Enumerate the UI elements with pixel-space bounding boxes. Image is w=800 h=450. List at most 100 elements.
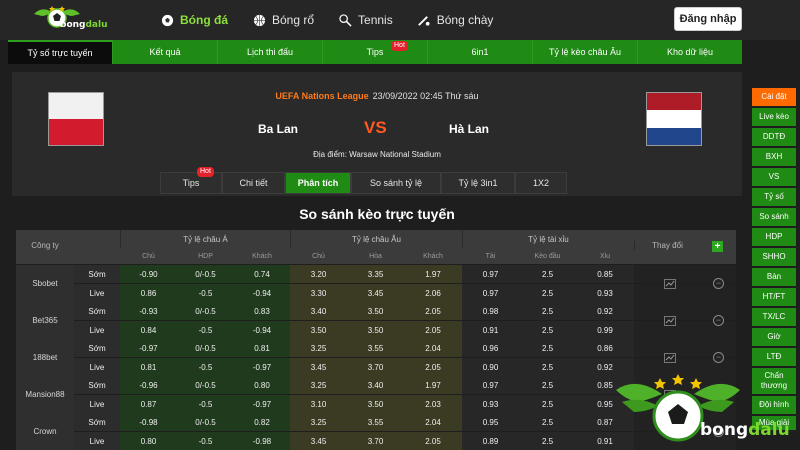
tab-data[interactable]: Kho dữ liệu xyxy=(638,40,742,64)
odds-cell[interactable]: 2.06 xyxy=(404,284,462,302)
odds-cell[interactable]: 3.25 xyxy=(290,376,347,394)
odds-cell[interactable]: -0.5 xyxy=(177,395,234,413)
odds-cell[interactable]: 0.80 xyxy=(120,432,177,450)
bookie-name[interactable]: Crown xyxy=(16,413,74,450)
odds-cell[interactable]: 0.83 xyxy=(234,302,290,320)
odds-cell[interactable]: 2.5 xyxy=(519,339,576,357)
sidebar-item[interactable]: TX/LC xyxy=(752,308,796,326)
odds-cell[interactable]: 3.50 xyxy=(347,395,404,413)
odds-cell[interactable]: -0.93 xyxy=(120,302,177,320)
odds-cell[interactable]: 0.86 xyxy=(120,284,177,302)
odds-cell[interactable]: 0.95 xyxy=(462,413,519,431)
collapse-icon[interactable]: − xyxy=(713,278,724,289)
tab-tips[interactable]: Tips Hot xyxy=(323,40,428,64)
odds-cell[interactable]: 3.55 xyxy=(347,413,404,431)
odds-cell[interactable]: 0.86 xyxy=(576,339,634,357)
odds-cell[interactable]: 3.55 xyxy=(347,339,404,357)
trend-chart-icon[interactable] xyxy=(664,279,676,289)
trend-chart-icon[interactable] xyxy=(664,353,676,363)
odds-cell[interactable]: 3.45 xyxy=(290,432,347,450)
sidebar-item[interactable]: Cài đặt xyxy=(752,88,796,106)
odds-cell[interactable]: 3.30 xyxy=(290,284,347,302)
league-name[interactable]: UEFA Nations League xyxy=(275,91,368,101)
odds-cell[interactable]: 0.82 xyxy=(234,413,290,431)
odds-cell[interactable]: 2.05 xyxy=(404,321,462,339)
sidebar-item[interactable]: SHHO xyxy=(752,248,796,266)
odds-cell[interactable]: 0.87 xyxy=(120,395,177,413)
odds-cell[interactable]: 0.74 xyxy=(234,265,290,283)
odds-cell[interactable]: 2.05 xyxy=(404,358,462,376)
odds-cell[interactable]: 2.5 xyxy=(519,432,576,450)
odds-cell[interactable]: 3.50 xyxy=(290,321,347,339)
sidebar-item[interactable]: HDP xyxy=(752,228,796,246)
odds-cell[interactable]: -0.97 xyxy=(234,395,290,413)
sidebar-item[interactable]: DDTĐ xyxy=(752,128,796,146)
odds-cell[interactable]: -0.98 xyxy=(120,413,177,431)
subtab-compare-odds[interactable]: So sánh tỷ lệ xyxy=(351,172,441,194)
odds-cell[interactable]: 3.40 xyxy=(347,376,404,394)
odds-cell[interactable]: 2.5 xyxy=(519,395,576,413)
sidebar-item[interactable]: BXH xyxy=(752,148,796,166)
odds-cell[interactable]: -0.97 xyxy=(234,358,290,376)
odds-cell[interactable]: 0/-0.5 xyxy=(177,376,234,394)
tab-schedule[interactable]: Lịch thi đấu xyxy=(218,40,323,64)
odds-cell[interactable]: 2.05 xyxy=(404,432,462,450)
subtab-detail[interactable]: Chi tiết xyxy=(222,172,285,194)
home-team[interactable]: Ba Lan xyxy=(258,122,298,136)
odds-cell[interactable]: -0.96 xyxy=(120,376,177,394)
subtab-3in1[interactable]: Tỷ lệ 3in1 xyxy=(441,172,515,194)
collapse-icon[interactable]: − xyxy=(713,315,724,326)
odds-cell[interactable]: 0.93 xyxy=(462,395,519,413)
odds-cell[interactable]: 3.45 xyxy=(290,358,347,376)
odds-cell[interactable]: 0.85 xyxy=(576,265,634,283)
odds-cell[interactable]: 2.5 xyxy=(519,413,576,431)
odds-cell[interactable]: 2.5 xyxy=(519,284,576,302)
nav-baseball[interactable]: Bóng chày xyxy=(417,13,493,27)
bookie-name[interactable]: Mansion88 xyxy=(16,376,74,413)
add-icon[interactable]: + xyxy=(712,241,723,252)
odds-cell[interactable]: 2.04 xyxy=(404,339,462,357)
odds-cell[interactable]: 2.03 xyxy=(404,395,462,413)
odds-cell[interactable]: 0/-0.5 xyxy=(177,339,234,357)
subtab-analysis[interactable]: Phân tích xyxy=(285,172,351,194)
odds-cell[interactable]: 2.05 xyxy=(404,302,462,320)
odds-cell[interactable]: -0.98 xyxy=(234,432,290,450)
odds-cell[interactable]: 3.45 xyxy=(347,284,404,302)
nav-tennis[interactable]: Tennis xyxy=(338,13,393,27)
odds-cell[interactable]: 2.5 xyxy=(519,321,576,339)
odds-cell[interactable]: 0.92 xyxy=(576,302,634,320)
tab-live-score[interactable]: Tỷ số trực tuyến xyxy=(8,40,113,64)
odds-cell[interactable]: 0/-0.5 xyxy=(177,413,234,431)
sidebar-item[interactable]: HT/FT xyxy=(752,288,796,306)
odds-cell[interactable]: 0.97 xyxy=(462,265,519,283)
odds-cell[interactable]: 0/-0.5 xyxy=(177,265,234,283)
sidebar-item[interactable]: Bàn xyxy=(752,268,796,286)
odds-cell[interactable]: 3.35 xyxy=(347,265,404,283)
odds-cell[interactable]: 0.89 xyxy=(462,432,519,450)
odds-cell[interactable]: 0.96 xyxy=(462,339,519,357)
odds-cell[interactable]: 2.5 xyxy=(519,376,576,394)
odds-cell[interactable]: -0.90 xyxy=(120,265,177,283)
odds-cell[interactable]: 0.98 xyxy=(462,302,519,320)
sidebar-item[interactable]: LTĐ xyxy=(752,348,796,366)
collapse-icon[interactable]: − xyxy=(713,352,724,363)
odds-cell[interactable]: -0.5 xyxy=(177,284,234,302)
away-team[interactable]: Hà Lan xyxy=(449,122,489,136)
bookie-name[interactable]: Bet365 xyxy=(16,302,74,339)
odds-cell[interactable]: 1.97 xyxy=(404,376,462,394)
odds-cell[interactable]: -0.97 xyxy=(120,339,177,357)
odds-cell[interactable]: 3.25 xyxy=(290,413,347,431)
bookie-name[interactable]: Sbobet xyxy=(16,265,74,302)
odds-cell[interactable]: 3.40 xyxy=(290,302,347,320)
odds-cell[interactable]: -0.94 xyxy=(234,321,290,339)
bookie-name[interactable]: 188bet xyxy=(16,339,74,376)
odds-cell[interactable]: 1.97 xyxy=(404,265,462,283)
odds-cell[interactable]: -0.5 xyxy=(177,358,234,376)
trend-chart-icon[interactable] xyxy=(664,316,676,326)
subtab-1x2[interactable]: 1X2 xyxy=(515,172,567,194)
odds-cell[interactable]: 3.70 xyxy=(347,358,404,376)
odds-cell[interactable]: -0.94 xyxy=(234,284,290,302)
odds-cell[interactable]: 3.20 xyxy=(290,265,347,283)
odds-cell[interactable]: 0.93 xyxy=(576,284,634,302)
odds-cell[interactable]: 0.81 xyxy=(120,358,177,376)
